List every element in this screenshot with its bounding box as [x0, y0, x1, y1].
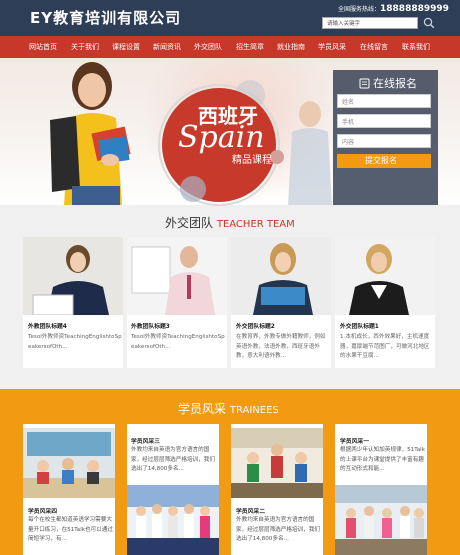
teacher-card-title[interactable]: 外教团队标题4 [28, 321, 67, 330]
teacher-card-title[interactable]: 外教团队标题3 [131, 321, 170, 330]
submit-label: 提交报名 [365, 156, 397, 165]
teacher-card-desc: 在教育界，外教专做外籍教师，例如英语外教，法语外教，西班牙语外教，意大利语外教.… [236, 334, 326, 359]
banner-subtitle: 精品课程 [232, 155, 272, 166]
nav-item-team[interactable]: 外交团队 [194, 36, 222, 58]
nav-item-contact[interactable]: 联系我们 [402, 36, 430, 58]
student-girl-image [50, 62, 131, 205]
teacher-card-desc: 1.本机成长，西外效果好，主机速度器，嘉厚端节范图厂，可做河北地区的水果干豆腐.… [340, 334, 430, 359]
trainee-card-title[interactable]: 学员风采一 [340, 436, 369, 445]
student-boy-image [288, 101, 332, 205]
teacher-section-title: 外交团队 TEACHER TEAM [165, 214, 295, 231]
search-placeholder: 请输入关键字 [327, 21, 361, 27]
nav-item-home[interactable]: 网站首页 [29, 36, 57, 58]
trainee-photo [335, 485, 427, 555]
trainee-photo [127, 485, 219, 555]
hotline-number: 18888889999 [380, 4, 449, 14]
teacher-card-title[interactable]: 外交团队标题1 [340, 321, 379, 330]
nav-item-about[interactable]: 关于我们 [71, 36, 99, 58]
banner-deco-dot [180, 176, 206, 202]
teacher-title-cn: 外交团队 [165, 216, 214, 230]
site-logo[interactable]: EY教育培训有限公司 [30, 7, 181, 28]
teacher-photo [127, 237, 227, 315]
search-icon[interactable] [423, 17, 435, 29]
teacher-card-desc: Tesol外教师资TeachingEnglishtoSpeakersofOth.… [28, 334, 122, 350]
teacher-photo [231, 237, 331, 315]
trainee-card-title[interactable]: 学员风采二 [236, 506, 265, 515]
signup-title: 在线报名 [373, 77, 417, 90]
trainee-card-title[interactable]: 学员风采三 [131, 436, 160, 445]
nav-item-trainees[interactable]: 学员风采 [318, 36, 346, 58]
teacher-card-title[interactable]: 外交团队标题2 [236, 321, 275, 330]
trainee-card-desc: 根据两少年认知加英规律，51Talk的上课平台为课堂提供了丰富有趣的互动形式和能… [340, 447, 425, 472]
teacher-card-desc: Tesol外教师资TeachingEnglishtoSpeakersofOth.… [131, 334, 225, 350]
trainee-photo [231, 428, 323, 498]
trainee-card-desc: 每个在校生都知道英语学习需要大量开口练习，在51Talk也可以通过简短学习，有.… [28, 517, 113, 542]
signup-icon [359, 78, 370, 89]
trainees-section-title: 学员风采 TRAINEES [178, 400, 279, 417]
main-nav [0, 36, 460, 58]
trainee-photo [23, 428, 115, 498]
nav-item-career[interactable]: 就业指南 [277, 36, 305, 58]
teacher-photo [335, 237, 435, 315]
name-placeholder: 姓名 [342, 99, 355, 106]
hotline: 全国服务热线：18888889999 [338, 4, 449, 14]
phone-placeholder: 手机 [342, 119, 355, 126]
trainee-card-desc: 外教均来自英语为官方语言的国家，经过层层筛选严格培训，我们选出了14,800多名… [131, 447, 215, 472]
nav-item-news[interactable]: 新闻资讯 [153, 36, 181, 58]
nav-item-admission[interactable]: 招生简章 [236, 36, 264, 58]
banner-title-en: Spain [178, 120, 265, 155]
trainees-title-cn: 学员风采 [178, 402, 227, 416]
teacher-title-en: TEACHER TEAM [216, 219, 295, 230]
teacher-photo [23, 237, 123, 315]
trainee-card-desc: 外教均来自英语为官方语言的国家，经过层层筛选严格培训，我们选出了14,800多名… [236, 517, 320, 542]
trainee-card-title[interactable]: 学员风采四 [28, 506, 57, 515]
nav-item-message[interactable]: 在线留言 [360, 36, 388, 58]
nav-item-courses[interactable]: 课程设置 [112, 36, 140, 58]
hotline-label: 全国服务热线： [338, 6, 381, 13]
content-placeholder: 内容 [342, 139, 355, 146]
trainees-title-en: TRAINEES [229, 405, 279, 416]
